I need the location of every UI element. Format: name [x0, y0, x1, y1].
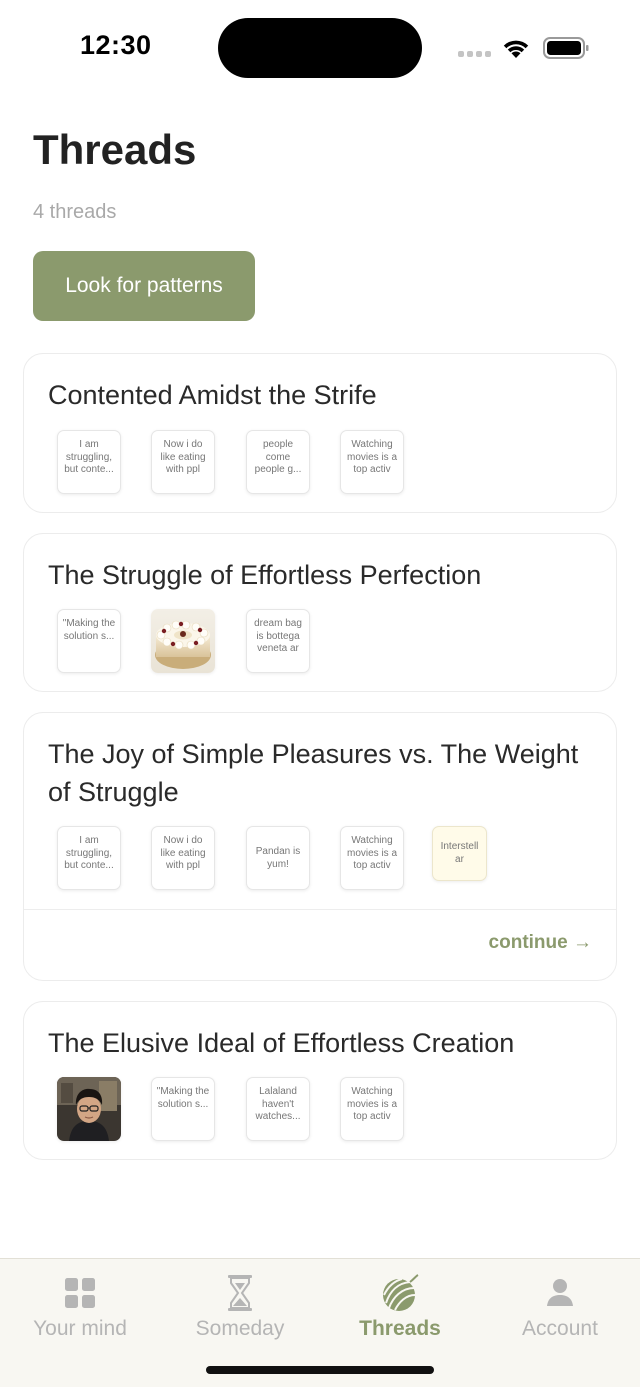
page-title: Threads [33, 126, 197, 173]
card-divider [24, 909, 616, 910]
thread-card[interactable]: The Elusive Ideal of Effortless Creation… [23, 1001, 617, 1160]
note-thumbnail[interactable]: "Making the solution s... [57, 609, 121, 673]
note-thumbnail[interactable]: Lalaland haven't watches... [246, 1077, 310, 1141]
battery-icon [543, 37, 589, 59]
note-thumbnail[interactable]: people come people g... [246, 430, 310, 494]
note-thumbnail[interactable]: "Making the solution s... [151, 1077, 215, 1141]
note-thumbnail-highlighted[interactable]: Interstell ar [432, 826, 487, 881]
note-thumbnail[interactable]: I am struggling, but conte... [57, 826, 121, 890]
tab-label: Threads [359, 1317, 441, 1340]
thread-title: Contented Amidst the Strife [48, 380, 377, 410]
thread-card[interactable]: The Struggle of Effortless Perfection "M… [23, 533, 617, 692]
cellular-signal-icon [458, 49, 492, 59]
note-thumbnail[interactable]: Watching movies is a top activ [340, 430, 404, 494]
continue-link[interactable]: continue → [489, 932, 592, 954]
portrait-photo-icon [57, 1077, 121, 1141]
status-bar: 12:30 [0, 0, 640, 100]
note-thumbnail[interactable]: Pandan is yum! [246, 826, 310, 890]
thread-count: 4 threads [33, 201, 117, 223]
cake-photo-icon [151, 609, 215, 673]
tab-label: Account [522, 1317, 598, 1340]
home-indicator [206, 1366, 434, 1374]
thread-title: The Struggle of Effortless Perfection [48, 560, 482, 590]
thread-title: The Elusive Ideal of Effortless Creation [48, 1028, 515, 1058]
person-icon [547, 1279, 573, 1306]
look-for-patterns-button[interactable]: Look for patterns [33, 251, 255, 321]
yarn-ball-icon [383, 1274, 419, 1311]
note-thumbnail[interactable]: dream bag is bottega veneta ar [246, 609, 310, 673]
note-thumbnail[interactable]: Now i do like eating with ppl [151, 826, 215, 890]
status-time: 12:30 [80, 30, 152, 60]
portrait-photo-thumbnail[interactable] [57, 1077, 121, 1141]
tab-label: Your mind [33, 1317, 127, 1340]
tab-your-mind[interactable]: Your mind [0, 1259, 160, 1359]
grid-icon [65, 1278, 95, 1308]
note-thumbnail[interactable]: I am struggling, but conte... [57, 430, 121, 494]
note-thumbnail[interactable]: Watching movies is a top activ [340, 826, 404, 890]
hourglass-icon [228, 1275, 252, 1311]
thread-title: The Joy of Simple Pleasures vs. The Weig… [48, 739, 579, 807]
note-thumbnail[interactable]: Now i do like eating with ppl [151, 430, 215, 494]
cake-photo-thumbnail[interactable] [151, 609, 215, 673]
tab-threads[interactable]: Threads [320, 1259, 480, 1359]
dynamic-island [218, 18, 422, 78]
tab-someday[interactable]: Someday [160, 1259, 320, 1359]
note-thumbnail[interactable]: Watching movies is a top activ [340, 1077, 404, 1141]
tab-account[interactable]: Account [480, 1259, 640, 1359]
tab-label: Someday [195, 1317, 285, 1340]
thread-card[interactable]: Contented Amidst the Strife I am struggl… [23, 353, 617, 513]
wifi-icon [503, 40, 529, 58]
thread-card[interactable]: The Joy of Simple Pleasures vs. The Weig… [23, 712, 617, 981]
